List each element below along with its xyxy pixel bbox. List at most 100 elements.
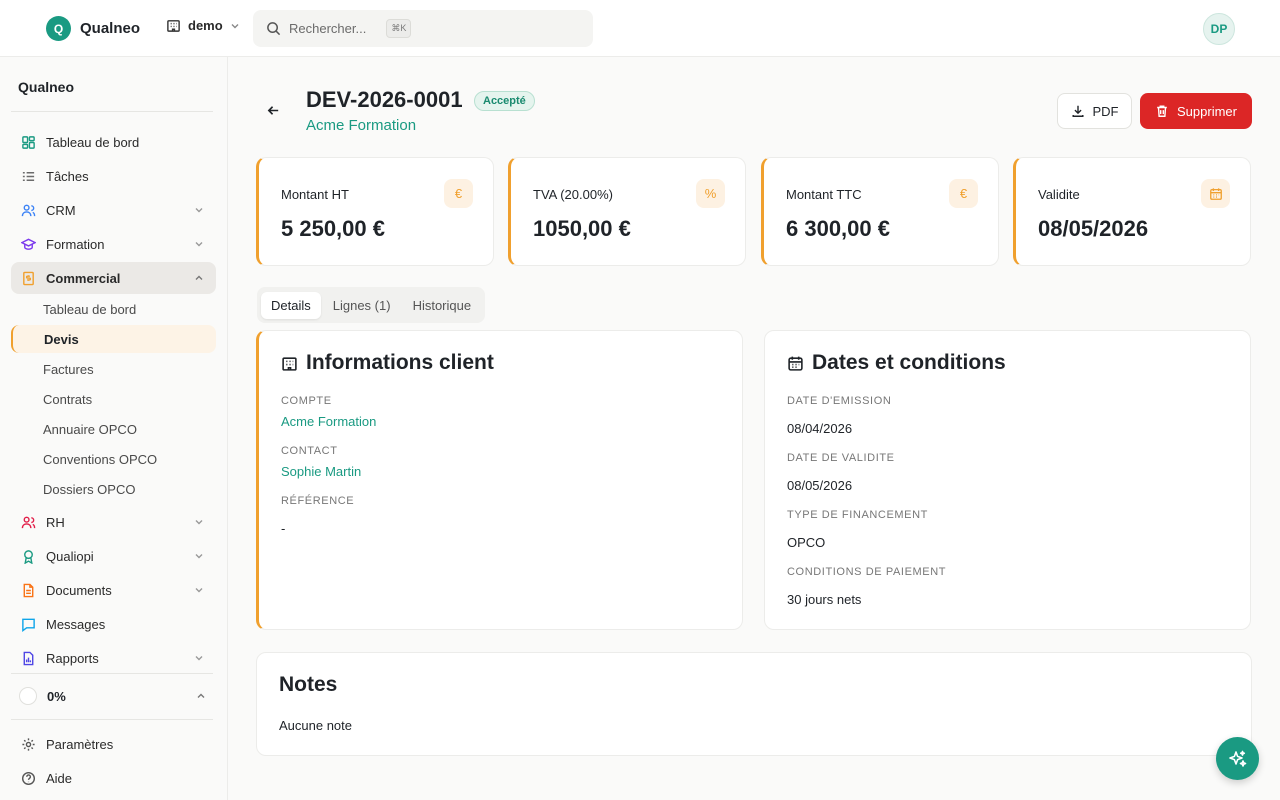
sidebar-item-settings[interactable]: Paramètres bbox=[11, 728, 216, 760]
sidebar-title: Qualneo bbox=[18, 79, 75, 95]
dashboard-icon bbox=[22, 135, 35, 149]
chevron-down-icon bbox=[195, 242, 203, 247]
issue-date-label: Date d'emission bbox=[787, 395, 892, 407]
sidebar-item-rapports[interactable]: Rapports bbox=[11, 642, 216, 674]
search-placeholder: Rechercher... bbox=[289, 21, 367, 36]
trash-icon bbox=[1157, 105, 1167, 117]
chevron-down-icon bbox=[195, 208, 203, 213]
status-badge: Accepté bbox=[474, 91, 535, 111]
message-icon bbox=[22, 618, 35, 632]
sidebar-item-help[interactable]: Aide bbox=[11, 762, 216, 794]
building-icon bbox=[282, 356, 297, 371]
users-icon bbox=[21, 204, 36, 216]
back-arrow-icon[interactable] bbox=[266, 103, 281, 118]
brand[interactable]: Q Qualneo bbox=[46, 16, 140, 41]
card-title: Informations client bbox=[281, 351, 494, 375]
gear-icon bbox=[22, 737, 35, 751]
notes-title: Notes bbox=[279, 673, 338, 696]
divider bbox=[11, 673, 213, 674]
sidebar-item-commercial[interactable]: Commercial bbox=[11, 262, 216, 294]
help-icon bbox=[21, 771, 36, 785]
download-icon bbox=[1071, 105, 1084, 117]
validity-date-label: Date de validite bbox=[787, 452, 895, 464]
stat-value: 1050,00 € bbox=[533, 216, 631, 241]
contact-link[interactable]: Sophie Martin bbox=[281, 464, 361, 479]
percent-icon: % bbox=[696, 179, 725, 208]
search-input[interactable]: Rechercher... ⌘K bbox=[253, 10, 593, 47]
sidebar-item-label: Formation bbox=[46, 236, 105, 252]
sidebar-item-qualiopi[interactable]: Qualiopi bbox=[11, 540, 216, 572]
chevron-down-icon bbox=[195, 554, 203, 559]
progress-value: 0% bbox=[47, 688, 66, 704]
euro-icon: € bbox=[949, 179, 978, 208]
sidebar-item-label: Commercial bbox=[46, 270, 121, 286]
sidebar-item-formation[interactable]: Formation bbox=[11, 228, 216, 260]
user-avatar[interactable]: DP bbox=[1203, 13, 1235, 45]
tab-bar: Details Lignes (1) Historique bbox=[257, 287, 486, 323]
stat-label: Montant HT bbox=[281, 187, 349, 202]
divider bbox=[11, 111, 213, 112]
sidebar-subitem-contrats[interactable]: Contrats bbox=[11, 385, 216, 413]
sidebar-item-tasks[interactable]: Tâches bbox=[11, 160, 216, 192]
sidebar-subitem-conventions-opco[interactable]: Conventions OPCO bbox=[11, 445, 216, 473]
pdf-label: PDF bbox=[1092, 103, 1119, 119]
chevron-up-icon bbox=[197, 693, 205, 698]
sidebar-item-label: Rapports bbox=[46, 650, 99, 666]
sidebar-item-label: RH bbox=[46, 514, 65, 530]
calendar-icon bbox=[1201, 179, 1230, 208]
account-link[interactable]: Acme Formation bbox=[281, 414, 376, 429]
stat-value: 6 300,00 € bbox=[786, 216, 890, 241]
stat-card-montant-ttc: Montant TTC 6 300,00 € € bbox=[761, 157, 999, 266]
client-link[interactable]: Acme Formation bbox=[306, 117, 416, 134]
pdf-button[interactable]: PDF bbox=[1057, 93, 1132, 129]
tab-lignes[interactable]: Lignes (1) bbox=[323, 292, 401, 319]
main-content: DEV-2026-0001 Accepté Acme Formation PDF… bbox=[228, 57, 1280, 800]
chevron-down-icon bbox=[195, 520, 203, 525]
stat-card-validite: Validite 08/05/2026 bbox=[1013, 157, 1251, 266]
validity-date-value: 08/05/2026 bbox=[787, 478, 853, 493]
sidebar-item-label: Documents bbox=[46, 582, 112, 598]
card-title: Dates et conditions bbox=[787, 351, 1006, 375]
sidebar-item-rh[interactable]: RH bbox=[11, 506, 216, 538]
stat-value: 5 250,00 € bbox=[281, 216, 385, 241]
sidebar-item-messages[interactable]: Messages bbox=[11, 608, 216, 640]
progress-ring bbox=[19, 687, 37, 705]
search-shortcut: ⌘K bbox=[386, 19, 412, 38]
workspace-switcher[interactable]: demo bbox=[166, 18, 240, 33]
delete-label: Supprimer bbox=[1177, 103, 1237, 119]
contact-label: Contact bbox=[281, 445, 338, 457]
sidebar-item-label: CRM bbox=[46, 202, 76, 218]
users-icon bbox=[21, 516, 36, 528]
graduation-cap-icon bbox=[21, 238, 36, 250]
chevron-down-icon bbox=[195, 588, 203, 593]
tab-historique[interactable]: Historique bbox=[403, 292, 482, 319]
notes-card: Notes Aucune note bbox=[256, 652, 1252, 756]
reference-label: Référence bbox=[281, 495, 355, 507]
onboarding-progress[interactable]: 0% bbox=[11, 681, 216, 711]
tab-details[interactable]: Details bbox=[261, 291, 321, 319]
sidebar-subitem-devis[interactable]: Devis bbox=[11, 325, 216, 353]
reference-value: - bbox=[281, 521, 286, 536]
delete-button[interactable]: Supprimer bbox=[1140, 93, 1252, 129]
stat-value: 08/05/2026 bbox=[1038, 216, 1149, 241]
sidebar-item-dashboard[interactable]: Tableau de bord bbox=[11, 126, 216, 158]
sidebar-subitem-annuaire-opco[interactable]: Annuaire OPCO bbox=[11, 415, 216, 443]
sidebar-item-documents[interactable]: Documents bbox=[11, 574, 216, 606]
financing-type-value: OPCO bbox=[787, 535, 826, 550]
sidebar-subitem-factures[interactable]: Factures bbox=[11, 355, 216, 383]
sidebar-item-crm[interactable]: CRM bbox=[11, 194, 216, 226]
brand-name: Qualneo bbox=[80, 20, 141, 37]
file-icon bbox=[23, 583, 34, 597]
account-label: Compte bbox=[281, 395, 332, 407]
ai-assistant-button[interactable] bbox=[1216, 737, 1259, 780]
client-info-card: Informations client Compte Acme Formatio… bbox=[256, 330, 743, 630]
page-title: DEV-2026-0001 bbox=[306, 87, 463, 112]
sidebar-subitem-dossiers-opco[interactable]: Dossiers OPCO bbox=[11, 475, 216, 503]
divider bbox=[11, 719, 213, 720]
chevron-down-icon bbox=[195, 656, 203, 661]
stat-label: TVA (20.00%) bbox=[533, 187, 613, 202]
sidebar-item-label: Qualiopi bbox=[46, 548, 94, 564]
sidebar-subitem-dashboard[interactable]: Tableau de bord bbox=[11, 295, 216, 323]
card-title-text: Dates et conditions bbox=[812, 351, 1006, 374]
top-bar: Q Qualneo demo Rechercher... ⌘K DP bbox=[0, 0, 1280, 57]
